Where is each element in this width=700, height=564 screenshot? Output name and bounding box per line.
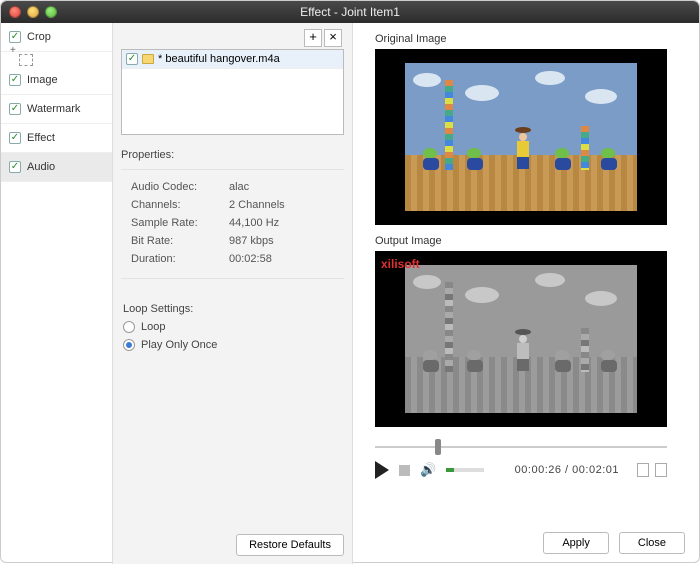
checkbox-icon[interactable]: ✓ [9,74,21,86]
compare-view-icon[interactable] [637,463,649,477]
radio-icon[interactable] [123,321,135,333]
single-view-icon[interactable] [655,463,667,477]
restore-defaults-button[interactable]: Restore Defaults [236,534,344,556]
titlebar: Effect - Joint Item1 [1,1,699,23]
audio-file-list[interactable]: ✓ * beautiful hangover.m4a [121,49,344,135]
original-preview [375,49,667,225]
loop-option-loop[interactable]: Loop [123,321,342,333]
sidebar-item-label: Image [27,74,58,86]
property-row: Duration: 00:02:58 [131,250,338,268]
property-label: Sample Rate: [131,217,219,229]
playback-time: 00:00:26 / 00:02:01 [515,464,619,476]
volume-icon[interactable]: 🔊 [420,462,436,478]
checkbox-icon[interactable]: ✓ [9,161,21,173]
sidebar-item-crop[interactable]: ✓ Crop [1,23,112,52]
sidebar-item-image[interactable]: ✓ Image [1,66,112,95]
total-time: 00:02:01 [572,464,619,476]
sidebar-item-label: Watermark [27,103,80,115]
property-value: 2 Channels [229,199,285,211]
radio-label: Play Only Once [141,339,217,351]
output-preview: xilisoft [375,251,667,427]
current-time: 00:00:26 [515,464,562,476]
property-value: 987 kbps [229,235,274,247]
loop-heading: Loop Settings: [123,303,342,315]
apply-button[interactable]: Apply [543,532,609,554]
preview-column: Original Image Output Image [353,23,699,564]
checkbox-icon[interactable]: ✓ [9,103,21,115]
checkbox-icon[interactable]: ✓ [9,132,21,144]
audio-file-icon [142,54,154,64]
add-file-button[interactable]: + [304,29,322,47]
property-row: Audio Codec: alac [131,178,338,196]
crop-marquee-icon [19,54,33,66]
close-button[interactable]: Close [619,532,685,554]
property-label: Audio Codec: [131,181,219,193]
sidebar-item-label: Audio [27,161,55,173]
watermark-text: xilisoft [381,257,420,271]
remove-file-button[interactable]: × [324,29,342,47]
sidebar-item-watermark[interactable]: ✓ Watermark [1,95,112,124]
property-label: Channels: [131,199,219,211]
settings-column: + × ✓ * beautiful hangover.m4a Propertie… [113,23,353,564]
playback-slider[interactable] [375,439,667,455]
window-title: Effect - Joint Item1 [1,5,699,19]
property-value: 00:02:58 [229,253,272,265]
sidebar-item-audio[interactable]: ✓ Audio [1,153,112,182]
sidebar-item-label: Effect [27,132,55,144]
property-label: Bit Rate: [131,235,219,247]
property-label: Duration: [131,253,219,265]
sidebar: ✓ Crop ✓ Image ✓ Watermark ✓ Effect ✓ Au… [1,23,113,564]
sidebar-item-label: Crop [27,31,51,43]
radio-label: Loop [141,321,165,333]
property-row: Bit Rate: 987 kbps [131,232,338,250]
checkbox-icon[interactable]: ✓ [9,31,21,43]
play-button[interactable] [375,461,389,479]
playback-controls: 🔊 00:00:26 / 00:02:01 [375,461,667,479]
properties-heading: Properties: [121,149,344,161]
property-row: Channels: 2 Channels [131,196,338,214]
loop-option-play-once[interactable]: Play Only Once [123,339,342,351]
properties-panel: Audio Codec: alac Channels: 2 Channels Sam… [121,169,344,279]
output-image-label: Output Image [375,235,685,247]
file-name: * beautiful hangover.m4a [158,53,280,65]
checkbox-icon[interactable]: ✓ [126,53,138,65]
property-value: alac [229,181,249,193]
original-image-label: Original Image [375,33,685,45]
list-item[interactable]: ✓ * beautiful hangover.m4a [122,50,343,69]
property-row: Sample Rate: 44,100 Hz [131,214,338,232]
stop-button[interactable] [399,465,410,476]
property-value: 44,100 Hz [229,217,279,229]
sidebar-item-effect[interactable]: ✓ Effect [1,124,112,153]
volume-slider[interactable] [446,468,484,472]
radio-icon[interactable] [123,339,135,351]
